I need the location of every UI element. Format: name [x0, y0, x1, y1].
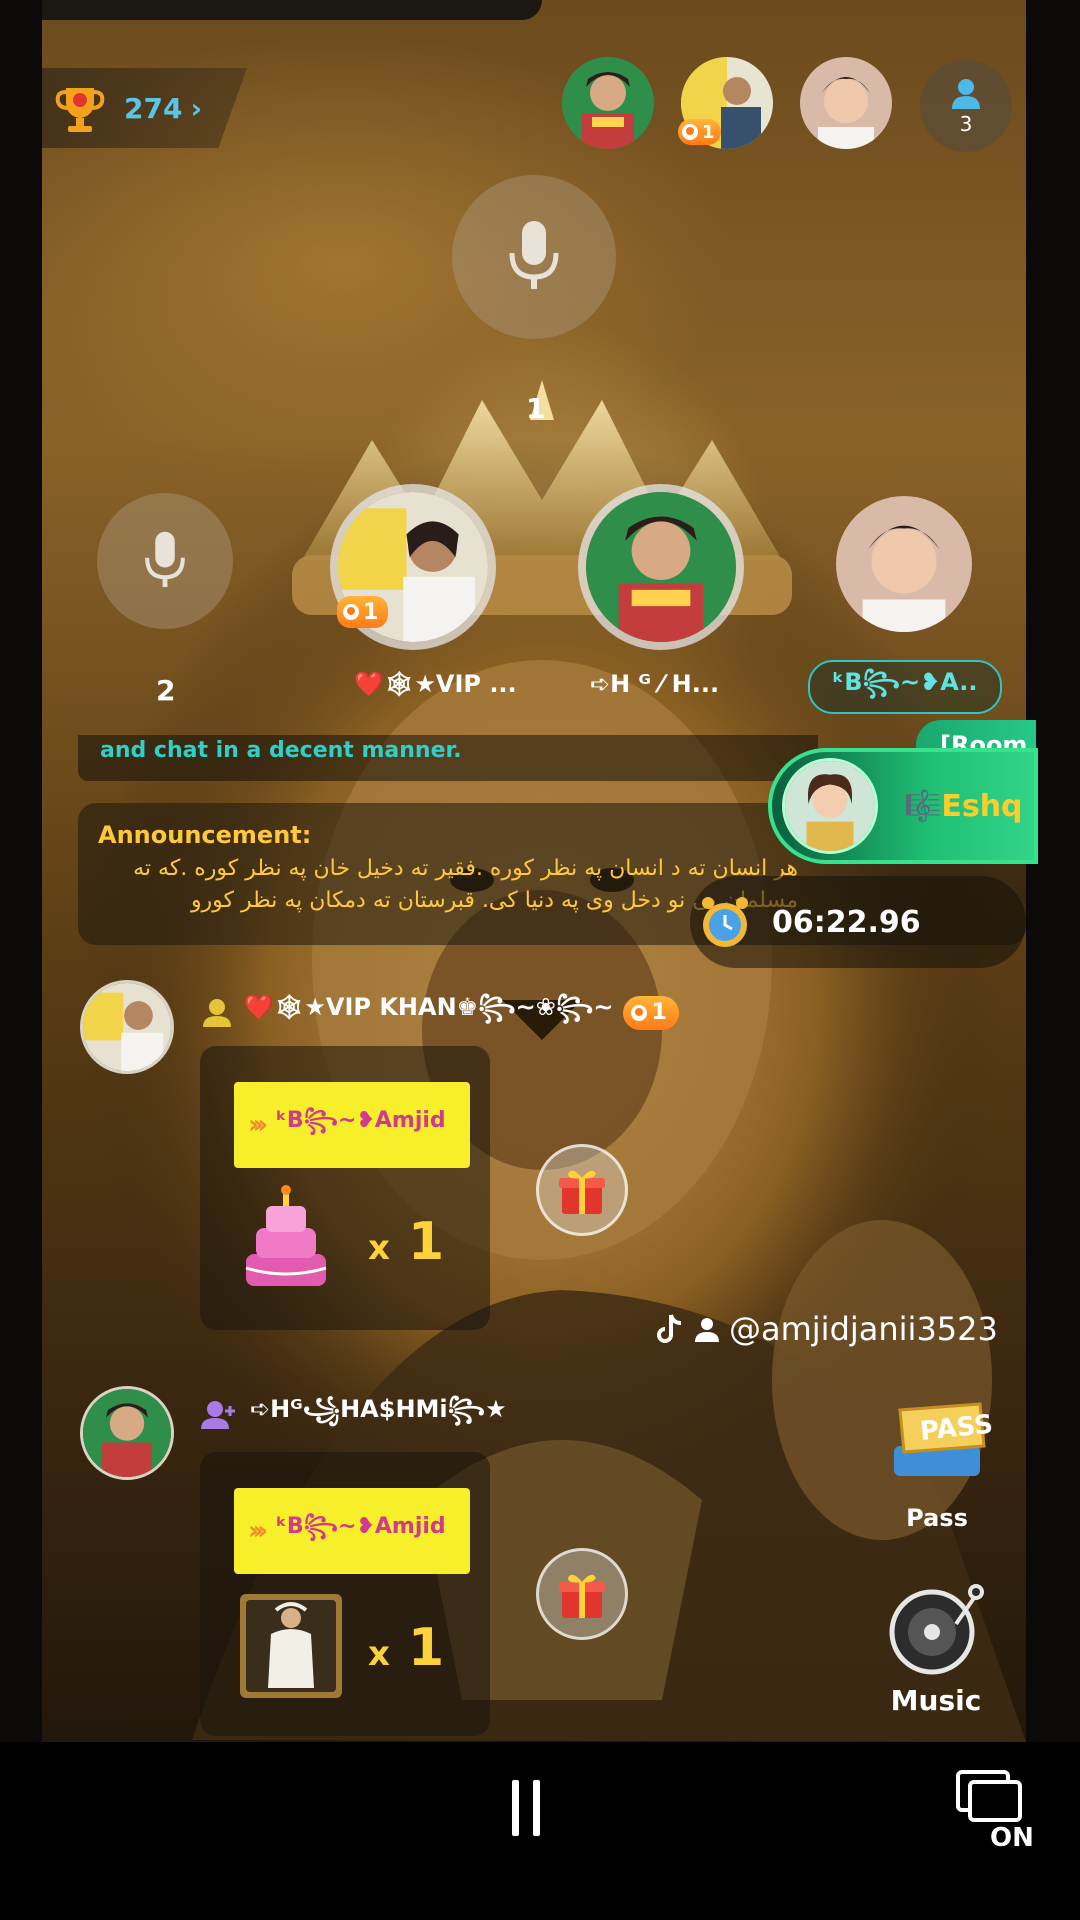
double-chevron-icon: ›››: [248, 1516, 268, 1546]
user-role-icon: [203, 998, 231, 1027]
message-sender-avatar[interactable]: [80, 1386, 174, 1480]
music-label: Music: [890, 1684, 982, 1717]
message-header: ❤️🕸★VIP KHAN♚꧂~❀꧂~ 1: [200, 988, 679, 1037]
host-seat-number: 1: [526, 392, 546, 425]
gift-box-icon: [559, 1170, 605, 1214]
top-viewer-avatar-1[interactable]: [562, 57, 654, 149]
message-sender-name[interactable]: ❤️🕸★VIP KHAN♚꧂~❀꧂~: [244, 988, 613, 1037]
chevron-right-icon: ›: [190, 91, 202, 125]
trophy-ranking-button[interactable]: 274 ›: [42, 68, 247, 148]
seat-avatar-amjid[interactable]: [836, 496, 972, 632]
microphone-icon: [145, 531, 185, 587]
seat-name-amjid-tag[interactable]: ᵏB꧂~❥A..: [808, 660, 1002, 714]
pause-button[interactable]: [512, 1780, 562, 1836]
cast-on-label: ON: [990, 1823, 1034, 1848]
gift-recipient[interactable]: ››› ᵏB꧂~❥Amjid: [234, 1488, 470, 1574]
music-button[interactable]: Music: [886, 1580, 986, 1717]
seat-avatar-hashmi[interactable]: [578, 484, 744, 650]
level-icon: [682, 124, 698, 140]
tiktok-watermark: @amjidjanii3523: [655, 1310, 998, 1348]
room-notice-text: and chat in a decent manner.: [78, 735, 818, 781]
send-gift-button[interactable]: [536, 1548, 628, 1640]
seat-name-vip: ❤️🕸★VIP ...: [354, 670, 517, 698]
gift-quantity: x 1: [368, 1212, 445, 1272]
message-sender-avatar[interactable]: [80, 980, 174, 1074]
gift-quantity: x 1: [368, 1618, 445, 1678]
pass-label: Pass: [906, 1504, 968, 1532]
screen-cast-icon[interactable]: ON: [952, 1768, 1038, 1848]
gift-recipient[interactable]: ››› ᵏB꧂~❥Amjid: [234, 1082, 470, 1168]
person-icon: [952, 79, 980, 109]
king-statue-gift-icon: [240, 1594, 342, 1698]
pass-ticket-icon: PASS: [894, 1402, 994, 1476]
music-disc-icon: [889, 1584, 984, 1675]
person-icon: [695, 1318, 719, 1342]
pass-button[interactable]: PASS Pass: [880, 1390, 994, 1532]
top-viewer-level-badge: 1: [678, 119, 721, 145]
tiktok-handle: @amjidjanii3523: [729, 1310, 998, 1348]
gift-message-card: ››› ᵏB꧂~❥Amjid x 1: [200, 1046, 490, 1330]
seat-two-number: 2: [156, 674, 176, 707]
viewer-count: 3: [959, 112, 973, 136]
message-header: ➪Hᴳ꧁HA$HMi꧂★: [200, 1390, 507, 1439]
add-friend-icon: [201, 1400, 235, 1429]
gift-message-card: ››› ᵏB꧂~❥Amjid x 1: [200, 1452, 490, 1736]
user-entry-banner[interactable]: 🎼Eshq: [768, 748, 1038, 864]
seat-level-badge: 1: [337, 596, 389, 628]
status-strip: [42, 0, 542, 20]
level-icon: [631, 1004, 648, 1021]
tiktok-icon: [657, 1314, 682, 1343]
room-timer: 06:22.96: [690, 876, 1026, 968]
host-mic-seat[interactable]: [452, 175, 616, 339]
seat-name-hashmi: ➪H ᴳ ⁄ H...: [590, 670, 720, 698]
sender-level-badge: 1: [623, 995, 679, 1030]
alarm-clock-icon: [702, 897, 748, 947]
timer-value: 06:22.96: [772, 904, 921, 940]
double-chevron-icon: ›››: [248, 1110, 268, 1140]
cake-gift-icon: [245, 1185, 327, 1286]
message-sender-name[interactable]: ➪Hᴳ꧁HA$HMi꧂★: [250, 1390, 507, 1439]
level-icon: [343, 604, 359, 620]
entry-user-name: 🎼Eshq: [904, 788, 1023, 824]
trophy-count: 274: [124, 91, 183, 125]
microphone-icon: [509, 221, 559, 289]
send-gift-button[interactable]: [536, 1144, 628, 1236]
empty-mic-seat-2[interactable]: [97, 493, 233, 629]
trophy-icon: [55, 88, 105, 132]
entry-user-avatar: [782, 758, 878, 854]
gift-box-icon: [559, 1574, 605, 1618]
top-viewer-avatar-3[interactable]: [800, 57, 892, 149]
viewer-list-button[interactable]: 3: [920, 60, 1012, 152]
